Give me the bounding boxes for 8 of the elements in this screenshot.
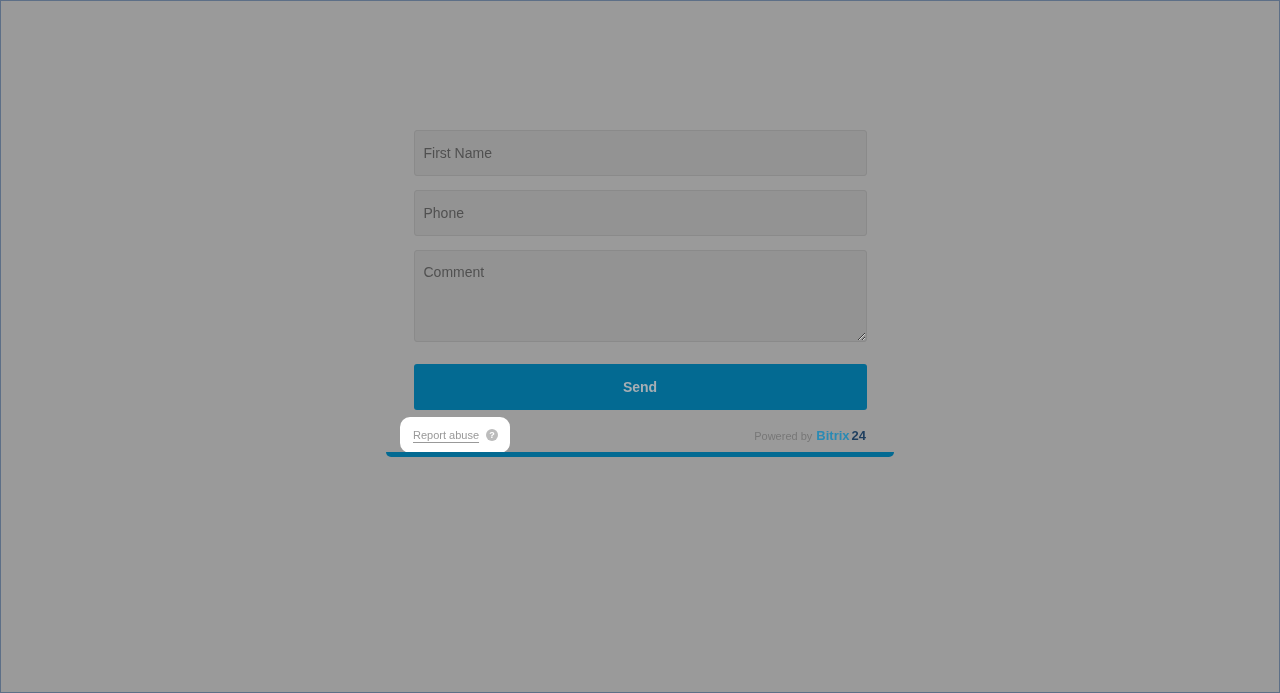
input-field[interactable]: First Name [413, 130, 867, 176]
report-abuse-link[interactable]: Report abuse [413, 429, 480, 441]
send-button[interactable]: Send [413, 364, 867, 410]
help-icon[interactable]: ? [486, 429, 499, 441]
input-field[interactable]: Phone [413, 190, 867, 236]
comment-field[interactable]: Comment [413, 250, 867, 342]
brand-name[interactable]: Bitrix [816, 427, 850, 443]
brand-number[interactable]: 24 [851, 427, 866, 443]
